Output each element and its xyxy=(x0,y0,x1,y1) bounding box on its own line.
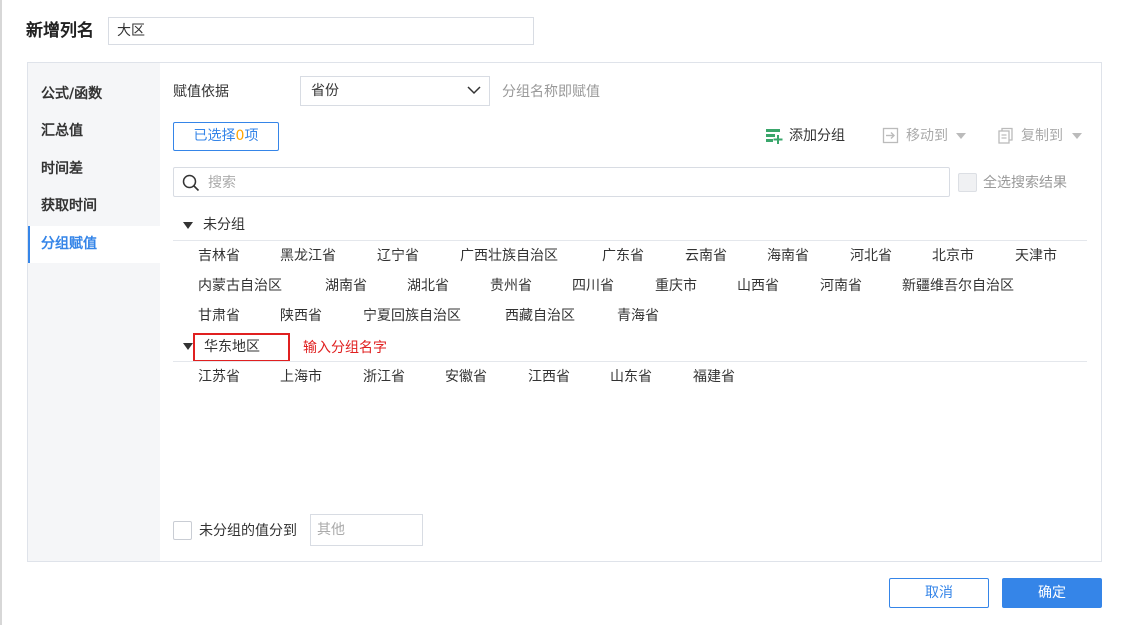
list-item[interactable]: 西藏自治区 xyxy=(505,306,575,326)
list-item[interactable]: 上海市 xyxy=(280,367,322,387)
search-icon xyxy=(182,174,200,192)
assign-basis-select[interactable]: 省份 xyxy=(300,76,490,106)
list-item[interactable]: 河南省 xyxy=(820,276,862,296)
list-item[interactable]: 浙江省 xyxy=(363,367,405,387)
selected-suffix: 项 xyxy=(244,128,259,144)
list-item[interactable]: 海南省 xyxy=(767,246,809,266)
list-item[interactable]: 江苏省 xyxy=(198,367,240,387)
ungrouped-items: 吉林省 黑龙江省 辽宁省 广西壮族自治区 广东省 云南省 海南省 河北省 北京市… xyxy=(173,246,1103,326)
assign-basis-value: 省份 xyxy=(311,83,339,99)
sidebar-item-get-time[interactable]: 获取时间 xyxy=(28,188,160,225)
list-item[interactable]: 吉林省 xyxy=(198,246,240,266)
ungrouped-values-label: 未分组的值分到 xyxy=(199,523,297,539)
sidebar-item-formula[interactable]: 公式/函数 xyxy=(28,76,160,113)
list-item[interactable]: 广西壮族自治区 xyxy=(460,246,558,266)
list-item[interactable]: 重庆市 xyxy=(655,276,697,296)
list-item[interactable]: 江西省 xyxy=(528,367,570,387)
list-item[interactable]: 河北省 xyxy=(850,246,892,266)
list-item[interactable]: 内蒙古自治区 xyxy=(198,276,282,296)
select-all-results-label: 全选搜索结果 xyxy=(983,175,1067,191)
sidebar-item-time-diff[interactable]: 时间差 xyxy=(28,151,160,188)
sidebar-item-group-assign[interactable]: 分组赋值 xyxy=(28,226,160,263)
group-divider xyxy=(173,240,1087,241)
list-item[interactable]: 福建省 xyxy=(693,367,735,387)
list-item[interactable]: 四川省 xyxy=(572,276,614,296)
collapse-triangle-icon[interactable] xyxy=(183,343,193,350)
add-group-button[interactable]: 添加分组 xyxy=(765,126,855,148)
selected-count-button[interactable]: 已选择0项 xyxy=(173,122,279,151)
list-item[interactable]: 山西省 xyxy=(737,276,779,296)
list-item[interactable]: 广东省 xyxy=(602,246,644,266)
confirm-button[interactable]: 确定 xyxy=(1002,578,1102,608)
selected-prefix: 已选择 xyxy=(193,128,236,144)
list-item[interactable]: 宁夏回族自治区 xyxy=(363,306,461,326)
list-item[interactable]: 青海省 xyxy=(617,306,659,326)
east-china-items: 江苏省 上海市 浙江省 安徽省 江西省 山东省 福建省 xyxy=(173,367,1103,391)
group-title-ungrouped: 未分组 xyxy=(203,217,245,233)
add-group-icon xyxy=(766,129,783,144)
add-group-label: 添加分组 xyxy=(789,128,845,144)
list-item[interactable]: 甘肃省 xyxy=(198,306,240,326)
list-item[interactable]: 安徽省 xyxy=(445,367,487,387)
sidebar-item-summary[interactable]: 汇总值 xyxy=(28,113,160,150)
copy-to-caret-icon xyxy=(1072,133,1082,139)
list-item[interactable]: 湖南省 xyxy=(325,276,367,296)
config-panel: 公式/函数 汇总值 时间差 获取时间 分组赋值 赋值依据 省份 分组名称即赋值 … xyxy=(27,62,1102,562)
list-item[interactable]: 陕西省 xyxy=(280,306,322,326)
move-to-icon xyxy=(882,127,899,144)
list-item[interactable]: 天津市 xyxy=(1015,246,1057,266)
move-to-caret-icon xyxy=(956,133,966,139)
group-divider xyxy=(173,361,1087,362)
copy-to-label: 复制到 xyxy=(1021,128,1063,144)
sidebar: 公式/函数 汇总值 时间差 获取时间 分组赋值 xyxy=(28,63,160,561)
column-name-input[interactable]: 大区 xyxy=(108,17,534,45)
list-item[interactable]: 湖北省 xyxy=(407,276,449,296)
select-all-results-checkbox[interactable] xyxy=(958,173,977,192)
list-item[interactable]: 北京市 xyxy=(932,246,974,266)
window-left-border xyxy=(0,0,2,625)
search-input[interactable]: 搜索 xyxy=(173,167,950,197)
ungrouped-values-checkbox[interactable] xyxy=(173,521,192,540)
assign-basis-label: 赋值依据 xyxy=(173,84,229,100)
move-to-button[interactable]: 移动到 xyxy=(882,126,972,148)
group-name-input[interactable]: 华东地区 xyxy=(193,333,290,362)
list-item[interactable]: 山东省 xyxy=(610,367,652,387)
chevron-down-icon xyxy=(467,86,481,95)
new-column-name-label: 新增列名 xyxy=(26,21,94,41)
list-item[interactable]: 新疆维吾尔自治区 xyxy=(902,276,1014,296)
list-item[interactable]: 黑龙江省 xyxy=(280,246,336,266)
list-item[interactable]: 贵州省 xyxy=(490,276,532,296)
move-to-label: 移动到 xyxy=(906,128,948,144)
copy-to-button[interactable]: 复制到 xyxy=(997,126,1089,148)
copy-to-icon xyxy=(998,127,1013,144)
ungrouped-target-input[interactable]: 其他 xyxy=(310,514,423,546)
list-item[interactable]: 云南省 xyxy=(685,246,727,266)
group-name-annotation: 输入分组名字 xyxy=(303,340,387,356)
search-placeholder: 搜索 xyxy=(208,175,236,191)
list-item[interactable]: 辽宁省 xyxy=(377,246,419,266)
assign-hint: 分组名称即赋值 xyxy=(502,84,600,100)
cancel-button[interactable]: 取消 xyxy=(889,578,989,608)
collapse-triangle-icon[interactable] xyxy=(183,222,193,229)
